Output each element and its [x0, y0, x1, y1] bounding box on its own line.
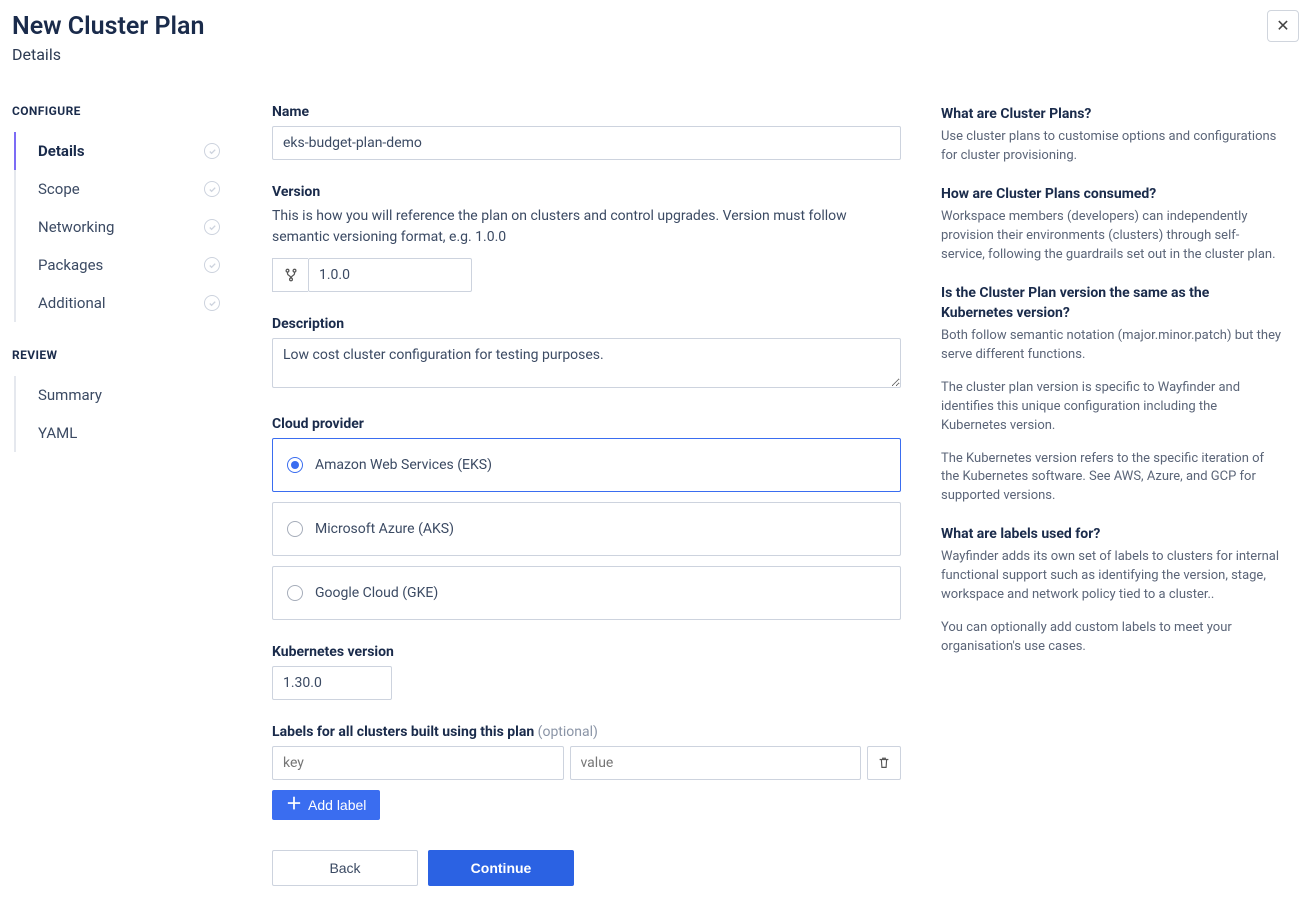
radio-icon	[287, 457, 303, 473]
trash-icon	[877, 756, 891, 770]
name-input[interactable]	[272, 126, 901, 160]
label-key-input[interactable]	[272, 746, 564, 780]
info-panel: What are Cluster Plans? Use cluster plan…	[941, 104, 1301, 675]
cloud-option-eks[interactable]: Amazon Web Services (EKS)	[272, 438, 901, 492]
cloud-option-aks[interactable]: Microsoft Azure (AKS)	[272, 502, 901, 556]
version-hint: This is how you will reference the plan …	[272, 206, 901, 248]
field-name: Name	[272, 104, 901, 160]
sidebar-item-label: Details	[38, 142, 85, 160]
radio-icon	[287, 585, 303, 601]
field-version: Version This is how you will reference t…	[272, 184, 901, 292]
sidebar-item-details[interactable]: Details	[14, 132, 232, 170]
info-text: Both follow semantic notation (major.min…	[941, 327, 1283, 365]
cloud-option-label: Microsoft Azure (AKS)	[315, 521, 454, 537]
name-label: Name	[272, 104, 901, 120]
footer-buttons: Back Continue	[272, 850, 901, 886]
info-text: The cluster plan version is specific to …	[941, 379, 1283, 436]
cloud-option-gke[interactable]: Google Cloud (GKE)	[272, 566, 901, 620]
version-label: Version	[272, 184, 901, 200]
field-labels: Labels for all clusters built using this…	[272, 724, 901, 820]
info-text: Workspace members (developers) can indep…	[941, 208, 1283, 265]
back-button[interactable]: Back	[272, 850, 418, 886]
k8s-version-input[interactable]	[272, 666, 392, 700]
close-icon: ✕	[1276, 16, 1289, 36]
info-heading: What are Cluster Plans?	[941, 104, 1283, 124]
check-icon	[204, 219, 220, 235]
page-title: New Cluster Plan	[12, 12, 1301, 41]
delete-label-button[interactable]	[867, 746, 901, 780]
sidebar-review-list: Summary YAML	[12, 376, 232, 452]
version-input[interactable]	[308, 258, 472, 292]
info-text: You can optionally add custom labels to …	[941, 619, 1283, 657]
k8s-version-label: Kubernetes version	[272, 644, 901, 660]
branch-icon	[272, 258, 308, 292]
sidebar-section-review: REVIEW	[12, 348, 232, 362]
labels-label: Labels for all clusters built using this…	[272, 724, 901, 740]
sidebar-item-label: Packages	[38, 256, 103, 274]
page-header: New Cluster Plan Details ✕	[0, 0, 1313, 64]
field-k8s-version: Kubernetes version	[272, 644, 901, 700]
sidebar-item-scope[interactable]: Scope	[14, 170, 232, 208]
info-heading: Is the Cluster Plan version the same as …	[941, 283, 1283, 324]
sidebar-section-configure: CONFIGURE	[12, 104, 232, 118]
plus-icon: ＋	[286, 797, 302, 813]
labels-optional: (optional)	[538, 724, 598, 740]
label-value-input[interactable]	[570, 746, 862, 780]
info-text: Use cluster plans to customise options a…	[941, 128, 1283, 166]
main-form: Name Version This is how you will refere…	[272, 104, 901, 886]
sidebar-item-label: Summary	[38, 386, 102, 404]
sidebar-item-label: Networking	[38, 218, 114, 236]
field-description: Description Low cost cluster configurati…	[272, 316, 901, 392]
check-icon	[204, 143, 220, 159]
continue-button[interactable]: Continue	[428, 850, 574, 886]
cloud-option-label: Amazon Web Services (EKS)	[315, 457, 492, 473]
description-input[interactable]: Low cost cluster configuration for testi…	[272, 338, 901, 388]
sidebar-item-summary[interactable]: Summary	[14, 376, 232, 414]
cloud-option-label: Google Cloud (GKE)	[315, 585, 438, 601]
check-icon	[204, 257, 220, 273]
sidebar-item-networking[interactable]: Networking	[14, 208, 232, 246]
add-label-text: Add label	[308, 797, 366, 813]
info-heading: What are labels used for?	[941, 524, 1283, 544]
sidebar-item-yaml[interactable]: YAML	[14, 414, 232, 452]
sidebar-item-additional[interactable]: Additional	[14, 284, 232, 322]
radio-icon	[287, 521, 303, 537]
add-label-button[interactable]: ＋ Add label	[272, 790, 380, 820]
page-subtitle: Details	[12, 45, 1301, 64]
field-cloud-provider: Cloud provider Amazon Web Services (EKS)…	[272, 416, 901, 620]
sidebar-item-packages[interactable]: Packages	[14, 246, 232, 284]
sidebar-configure-list: Details Scope Networking Packages Additi…	[12, 132, 232, 322]
labels-row	[272, 746, 901, 780]
close-button[interactable]: ✕	[1267, 10, 1299, 42]
check-icon	[204, 181, 220, 197]
sidebar-item-label: Additional	[38, 294, 106, 312]
info-text: The Kubernetes version refers to the spe…	[941, 450, 1283, 507]
sidebar-item-label: YAML	[38, 424, 77, 442]
sidebar: CONFIGURE Details Scope Networking Packa…	[12, 104, 232, 478]
version-input-group	[272, 258, 472, 292]
info-heading: How are Cluster Plans consumed?	[941, 184, 1283, 204]
cloud-provider-label: Cloud provider	[272, 416, 901, 432]
sidebar-item-label: Scope	[38, 180, 80, 198]
check-icon	[204, 295, 220, 311]
description-label: Description	[272, 316, 901, 332]
info-text: Wayfinder adds its own set of labels to …	[941, 548, 1283, 605]
